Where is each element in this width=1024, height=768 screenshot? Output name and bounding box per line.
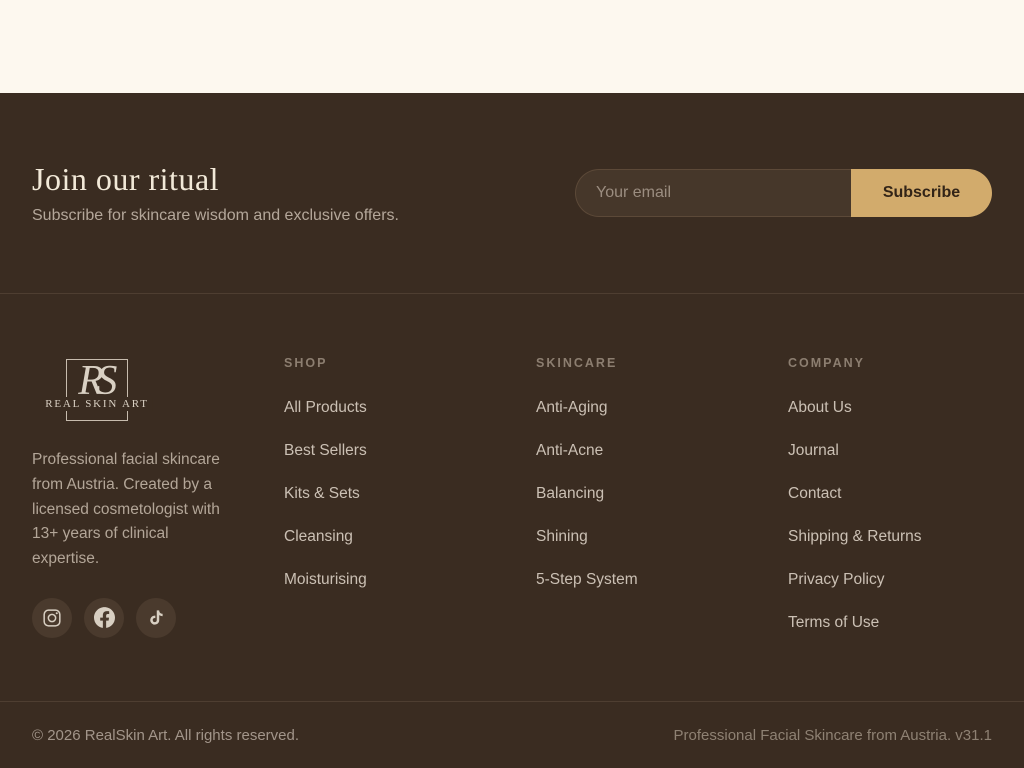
list-item: Privacy Policy [788,571,992,589]
column-header-shop: SHOP [284,356,536,370]
instagram-link[interactable] [32,598,72,638]
newsletter-subtitle: Subscribe for skincare wisdom and exclus… [32,207,399,225]
column-header-skincare: SKINCARE [536,356,788,370]
list-item: Shipping & Returns [788,528,992,546]
footer-link[interactable]: Anti-Aging [536,399,608,416]
email-input[interactable] [575,169,851,217]
footer-column-skincare: SKINCARE Anti-Aging Anti-Acne Balancing … [536,356,788,701]
footer-link[interactable]: Balancing [536,485,604,502]
brand-column: RS REAL SKIN ART Professional facial ski… [32,356,284,701]
list-item: Shining [536,528,788,546]
footer-main: RS REAL SKIN ART Professional facial ski… [32,294,992,701]
copyright: © 2026 RealSkin Art. All rights reserved… [32,727,299,744]
skincare-links: Anti-Aging Anti-Acne Balancing Shining 5… [536,399,788,589]
list-item: All Products [284,399,536,417]
list-item: About Us [788,399,992,417]
footer-link[interactable]: Kits & Sets [284,485,360,502]
list-item: Anti-Acne [536,442,788,460]
footer-link[interactable]: Privacy Policy [788,571,884,588]
footer-link[interactable]: Best Sellers [284,442,367,459]
footer-link[interactable]: Contact [788,485,841,502]
brand-description: Professional facial skincare from Austri… [32,448,240,572]
newsletter-form: Subscribe [575,169,992,217]
newsletter-section: Join our ritual Subscribe for skincare w… [0,93,1024,294]
subscribe-button[interactable]: Subscribe [851,169,992,217]
tagline: Professional Facial Skincare from Austri… [674,727,992,744]
footer-link[interactable]: Shipping & Returns [788,528,922,545]
footer: Join our ritual Subscribe for skincare w… [0,93,1024,768]
list-item: Best Sellers [284,442,536,460]
footer-link[interactable]: All Products [284,399,367,416]
list-item: Kits & Sets [284,485,536,503]
social-links [32,598,284,638]
footer-link[interactable]: Cleansing [284,528,353,545]
newsletter-text: Join our ritual Subscribe for skincare w… [32,161,399,225]
list-item: 5-Step System [536,571,788,589]
instagram-icon [42,608,62,628]
footer-column-company: COMPANY About Us Journal Contact Shippin… [788,356,992,701]
facebook-link[interactable] [84,598,124,638]
page-above-footer [0,0,1024,93]
list-item: Moisturising [284,571,536,589]
brand-logo[interactable]: RS REAL SKIN ART [66,359,128,421]
facebook-icon [94,607,115,628]
footer-link[interactable]: Journal [788,442,839,459]
list-item: Terms of Use [788,614,992,632]
company-links: About Us Journal Contact Shipping & Retu… [788,399,992,632]
tiktok-icon [148,609,165,626]
footer-column-shop: SHOP All Products Best Sellers Kits & Se… [284,356,536,701]
list-item: Cleansing [284,528,536,546]
tiktok-link[interactable] [136,598,176,638]
footer-link[interactable]: Shining [536,528,588,545]
newsletter-title: Join our ritual [32,161,399,198]
footer-link[interactable]: Moisturising [284,571,367,588]
footer-bottom-bar: © 2026 RealSkin Art. All rights reserved… [0,701,1024,768]
column-header-company: COMPANY [788,356,992,370]
list-item: Contact [788,485,992,503]
footer-link[interactable]: Anti-Acne [536,442,603,459]
list-item: Journal [788,442,992,460]
shop-links: All Products Best Sellers Kits & Sets Cl… [284,399,536,589]
list-item: Anti-Aging [536,399,788,417]
footer-link[interactable]: Terms of Use [788,614,879,631]
logo-wordmark: REAL SKIN ART [42,397,152,411]
list-item: Balancing [536,485,788,503]
footer-link[interactable]: 5-Step System [536,571,638,588]
footer-link[interactable]: About Us [788,399,852,416]
